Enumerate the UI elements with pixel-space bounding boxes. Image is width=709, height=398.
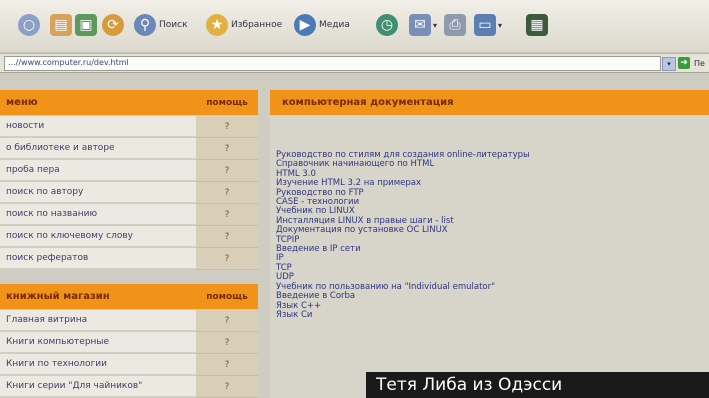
shop-help-header: помощь xyxy=(206,291,248,302)
home-icon: ○ xyxy=(18,14,40,36)
menu-help-header: помощь xyxy=(206,97,248,108)
shop-item-label[interactable]: Книги серии "Для чайников" xyxy=(0,376,196,397)
menu-item-label[interactable]: поиск по автору xyxy=(0,182,196,203)
doc-link[interactable]: Документация по установке OC LINUX xyxy=(276,225,530,235)
browser-toolbar: ○ ▤ ▣ ⟳ ⚲ Поиск ★ Избранное ▶ Медиа ◷ ✉ … xyxy=(0,0,709,52)
photo-caption: Тетя Либа из Одэсси xyxy=(366,372,709,398)
mail-icon: ✉ xyxy=(409,14,431,36)
menu-item-label[interactable]: поиск по ключевому слову xyxy=(0,226,196,247)
menu-item-label[interactable]: о библиотеке и авторе xyxy=(0,138,196,159)
search-icon: ⚲ xyxy=(134,14,156,36)
home-button[interactable]: ○ xyxy=(18,10,40,40)
shop-item[interactable]: Книги по технологии? xyxy=(0,354,258,376)
stop-button[interactable]: ▣ xyxy=(75,10,97,40)
menu-item[interactable]: поиск по автору? xyxy=(0,182,258,204)
print-page-button[interactable]: ⎙ xyxy=(444,10,466,40)
menu-help-link[interactable]: ? xyxy=(196,248,258,270)
chevron-down-icon: ▾ xyxy=(667,60,671,68)
shop-title: книжный магазин xyxy=(6,291,110,302)
doc-link[interactable]: IP xyxy=(276,254,530,264)
messenger-icon: ▦ xyxy=(526,14,548,36)
favorites-label: Избранное xyxy=(231,20,283,30)
edit-button[interactable]: ▭ ▾ xyxy=(474,10,502,40)
search-button[interactable]: ⚲ Поиск xyxy=(134,10,188,40)
menu-help-link[interactable]: ? xyxy=(196,138,258,160)
stop-icon: ▣ xyxy=(75,14,97,36)
edit-icon: ▭ xyxy=(474,14,496,36)
go-label: Пе xyxy=(694,59,705,68)
caption-text: Тетя Либа из Одэсси xyxy=(376,375,563,395)
chevron-down-icon: ▾ xyxy=(433,20,438,30)
shop-item[interactable]: Главная витрина? xyxy=(0,310,258,332)
menu-item-label[interactable]: поиск по названию xyxy=(0,204,196,225)
menu-help-link[interactable]: ? xyxy=(196,204,258,226)
mail-button[interactable]: ✉ ▾ xyxy=(409,10,437,40)
doc-link[interactable]: TCP xyxy=(276,263,530,273)
printer-icon: ⎙ xyxy=(444,14,466,36)
menu-item[interactable]: поиск по названию? xyxy=(0,204,258,226)
doc-link[interactable]: Введение в IP сети xyxy=(276,244,530,254)
menu-item[interactable]: новости? xyxy=(0,116,258,138)
address-field[interactable]: ...//www.computer.ru/dev.html xyxy=(4,56,661,71)
shop-item-label[interactable]: Главная витрина xyxy=(0,310,196,331)
shop-help-link[interactable]: ? xyxy=(196,376,258,398)
doc-link[interactable]: Язык C++ xyxy=(276,301,530,311)
shop-help-link[interactable]: ? xyxy=(196,354,258,376)
menu-help-link[interactable]: ? xyxy=(196,116,258,138)
favorites-button[interactable]: ★ Избранное xyxy=(206,10,282,40)
shop-item[interactable]: Книги компьютерные? xyxy=(0,332,258,354)
web-page: меню помощь новости? о библиотеке и автор… xyxy=(0,73,709,398)
shop-header: книжный магазин помощь xyxy=(0,284,258,309)
address-bar: ...//www.computer.ru/dev.html ▾ ➜ Пе xyxy=(0,53,709,73)
menu-help-link[interactable]: ? xyxy=(196,226,258,248)
menu-item-label[interactable]: проба пера xyxy=(0,160,196,181)
address-dropdown[interactable]: ▾ xyxy=(662,57,676,71)
menu-help-link[interactable]: ? xyxy=(196,182,258,204)
menu-title: меню xyxy=(6,97,38,108)
menu-item[interactable]: поиск рефератов? xyxy=(0,248,258,270)
refresh-button[interactable]: ⟳ xyxy=(102,10,124,40)
shop-item-label[interactable]: Книги по технологии xyxy=(0,354,196,375)
menu-item-label[interactable]: новости xyxy=(0,116,196,137)
menu-help-link[interactable]: ? xyxy=(196,160,258,182)
shop-help-link[interactable]: ? xyxy=(196,310,258,332)
docs-header: компьютерная документация xyxy=(270,90,709,115)
history-icon: ◷ xyxy=(376,14,398,36)
media-button[interactable]: ▶ Медиа xyxy=(294,10,350,40)
search-label: Поиск xyxy=(159,20,188,30)
star-icon: ★ xyxy=(206,14,228,36)
menu-item[interactable]: проба пера? xyxy=(0,160,258,182)
menu-item[interactable]: о библиотеке и авторе? xyxy=(0,138,258,160)
media-icon: ▶ xyxy=(294,14,316,36)
chevron-down-icon: ▾ xyxy=(498,20,503,30)
go-button[interactable]: ➜ xyxy=(678,57,690,69)
media-label: Медиа xyxy=(319,20,350,30)
messenger-button[interactable]: ▦ xyxy=(526,10,548,40)
menu-item-label[interactable]: поиск рефератов xyxy=(0,248,196,269)
address-text: ...//www.computer.ru/dev.html xyxy=(8,58,129,67)
docs-list: Руководство по стилям для создания onlin… xyxy=(276,150,530,320)
print-icon: ▤ xyxy=(50,14,72,36)
shop-item-label[interactable]: Книги компьютерные xyxy=(0,332,196,353)
menu-item[interactable]: поиск по ключевому слову? xyxy=(0,226,258,248)
arrow-right-icon: ➜ xyxy=(680,58,688,68)
history-button[interactable]: ◷ xyxy=(376,10,398,40)
shop-item[interactable]: Книги серии "Для чайников"? xyxy=(0,376,258,398)
doc-link[interactable]: Язык Си xyxy=(276,310,530,320)
print-button[interactable]: ▤ xyxy=(50,10,72,40)
shop-help-link[interactable]: ? xyxy=(196,332,258,354)
refresh-icon: ⟳ xyxy=(102,14,124,36)
menu-header: меню помощь xyxy=(0,90,258,115)
docs-title: компьютерная документация xyxy=(282,97,454,108)
